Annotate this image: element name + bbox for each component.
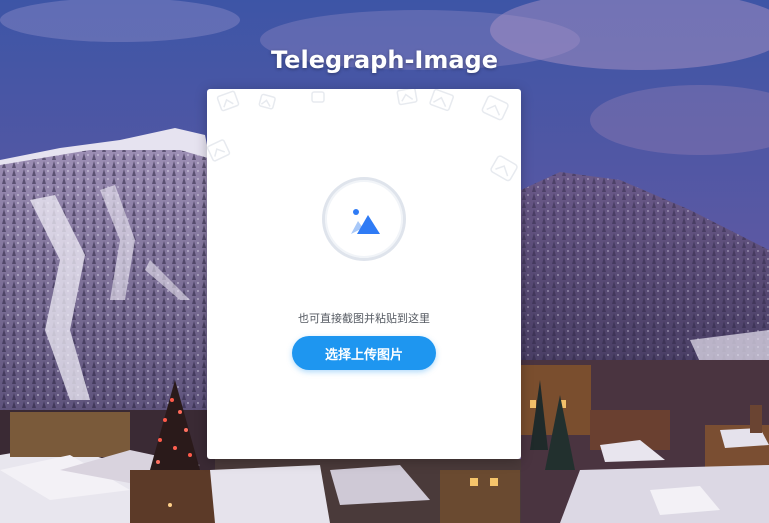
- upload-card: 也可直接截图并粘贴到这里 选择上传图片: [207, 89, 521, 459]
- paste-hint-text: 也可直接截图并粘贴到这里: [298, 312, 430, 325]
- upload-dropzone[interactable]: 也可直接截图并粘贴到这里 选择上传图片: [207, 89, 521, 459]
- site-title: Telegraph-Image: [271, 46, 498, 74]
- image-upload-icon: [351, 209, 380, 234]
- upload-icon-circle[interactable]: [322, 177, 406, 261]
- select-upload-image-button[interactable]: 选择上传图片: [292, 336, 436, 370]
